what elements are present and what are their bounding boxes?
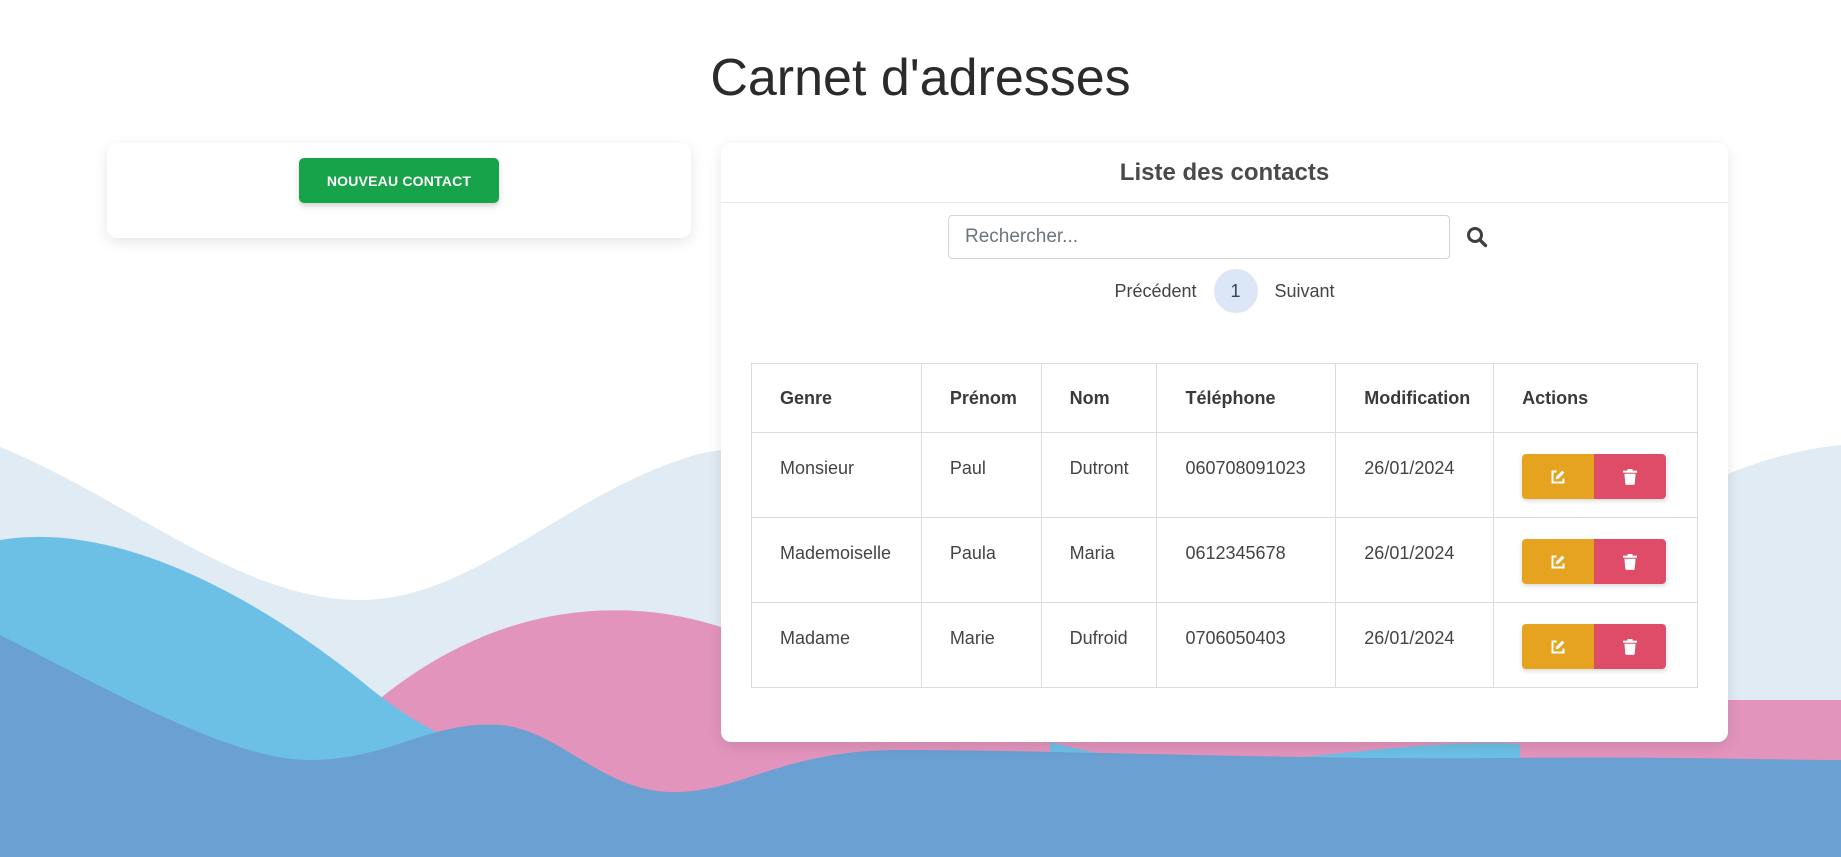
cell-prenom: Paula	[920, 517, 1042, 603]
trash-icon	[1623, 638, 1638, 655]
table-row: Madame Marie Dufroid 0706050403 26/01/20…	[751, 602, 1698, 688]
edit-icon	[1551, 640, 1565, 653]
cell-actions	[1493, 602, 1698, 688]
search-icon	[1467, 227, 1488, 248]
previous-page-link[interactable]: Précédent	[1114, 281, 1196, 302]
edit-button[interactable]	[1522, 539, 1595, 584]
cell-telephone: 060708091023	[1156, 432, 1337, 518]
contacts-table: Genre Prénom Nom Téléphone Modification …	[751, 363, 1698, 688]
column-header-telephone: Téléphone	[1156, 363, 1337, 433]
edit-icon	[1551, 470, 1565, 483]
search-input[interactable]	[948, 215, 1450, 259]
cell-prenom: Marie	[920, 602, 1042, 688]
table-header-row: Genre Prénom Nom Téléphone Modification …	[751, 363, 1698, 433]
edit-button[interactable]	[1522, 624, 1595, 669]
row-actions	[1522, 624, 1667, 669]
cell-modification: 26/01/2024	[1335, 602, 1495, 688]
actions-card: NOUVEAU CONTACT	[107, 143, 691, 238]
cell-genre: Monsieur	[751, 432, 922, 518]
delete-button[interactable]	[1594, 624, 1667, 669]
cell-telephone: 0612345678	[1156, 517, 1337, 603]
edit-button[interactable]	[1522, 454, 1595, 499]
trash-icon	[1623, 468, 1638, 485]
column-header-genre: Genre	[751, 363, 922, 433]
cell-prenom: Paul	[920, 432, 1042, 518]
edit-icon	[1551, 555, 1565, 568]
search-bar	[948, 215, 1494, 259]
column-header-actions: Actions	[1493, 363, 1698, 433]
cell-genre: Mademoiselle	[751, 517, 922, 603]
cell-actions	[1493, 432, 1698, 518]
cell-genre: Madame	[751, 602, 922, 688]
current-page-number[interactable]: 1	[1213, 269, 1258, 313]
cell-modification: 26/01/2024	[1335, 517, 1495, 603]
contacts-list-title: Liste des contacts	[721, 143, 1728, 203]
new-contact-button[interactable]: NOUVEAU CONTACT	[299, 158, 499, 203]
cell-modification: 26/01/2024	[1335, 432, 1495, 518]
column-header-prenom: Prénom	[920, 363, 1042, 433]
cell-telephone: 0706050403	[1156, 602, 1337, 688]
delete-button[interactable]	[1594, 454, 1667, 499]
cell-nom: Maria	[1040, 517, 1158, 603]
column-header-modification: Modification	[1335, 363, 1495, 433]
table-row: Mademoiselle Paula Maria 0612345678 26/0…	[751, 517, 1698, 603]
row-actions	[1522, 539, 1667, 584]
delete-button[interactable]	[1594, 539, 1667, 584]
next-page-link[interactable]: Suivant	[1275, 281, 1335, 302]
search-button[interactable]	[1460, 220, 1494, 254]
cell-nom: Dufroid	[1040, 602, 1158, 688]
page-title: Carnet d'adresses	[710, 49, 1131, 107]
table-row: Monsieur Paul Dutront 060708091023 26/01…	[751, 432, 1698, 518]
contacts-card: Liste des contacts Précédent 1 Suivant G…	[721, 143, 1728, 742]
column-header-nom: Nom	[1040, 363, 1158, 433]
row-actions	[1522, 454, 1667, 499]
cell-nom: Dutront	[1040, 432, 1158, 518]
cell-actions	[1493, 517, 1698, 603]
pagination: Précédent 1 Suivant	[721, 269, 1728, 313]
trash-icon	[1623, 553, 1638, 570]
